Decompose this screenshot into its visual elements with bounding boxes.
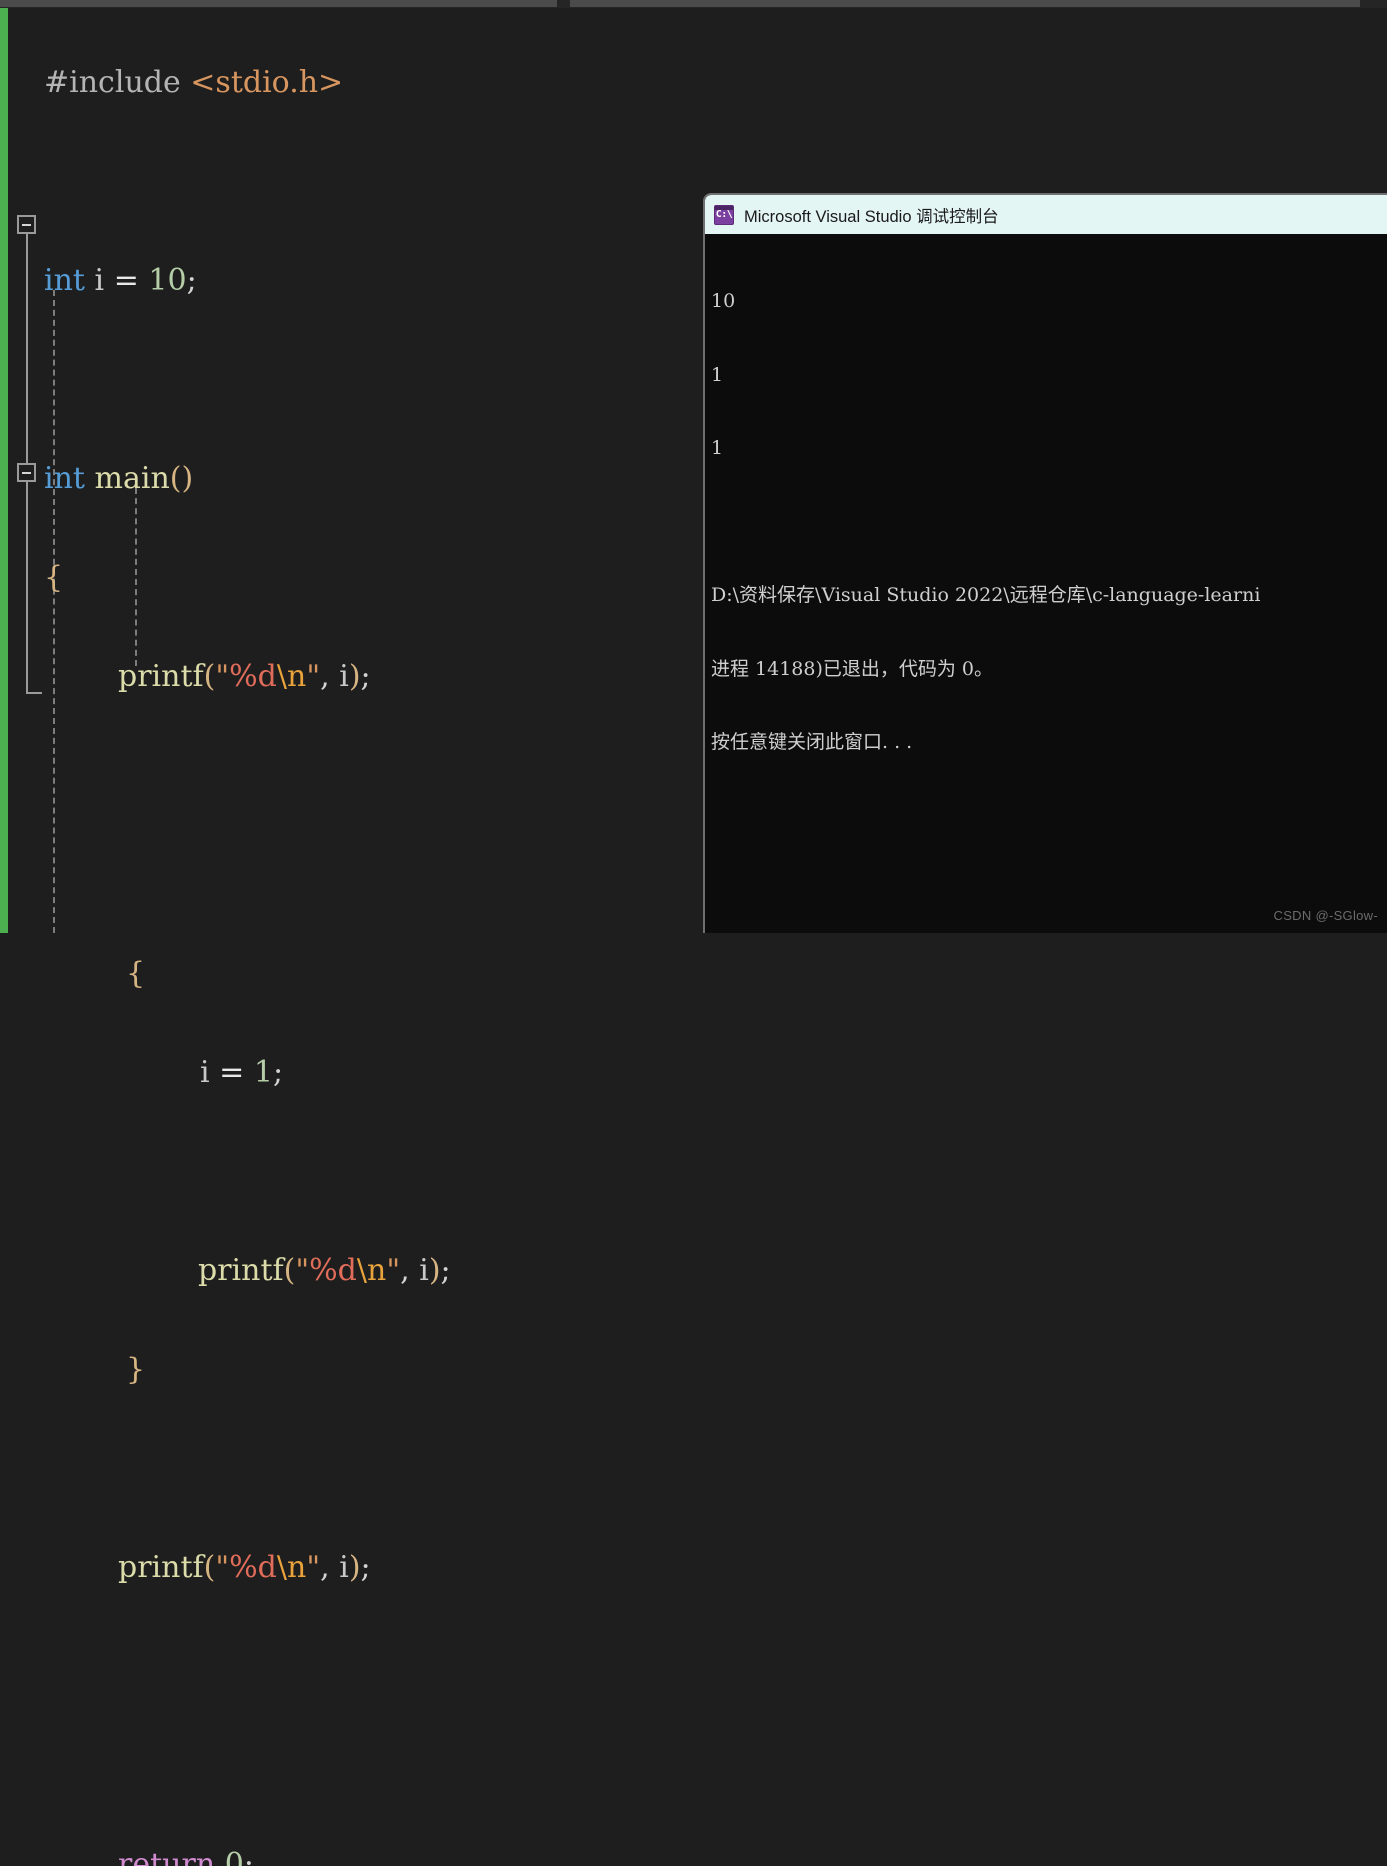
code-line-19: return 0; (0, 1840, 1387, 1866)
debug-console-window[interactable]: C:\ Microsoft Visual Studio 调试控制台 10 1 1… (703, 193, 1387, 933)
console-output-line: 10 (711, 289, 1387, 314)
console-title-text: Microsoft Visual Studio 调试控制台 (744, 203, 999, 227)
console-window-icon: C:\ (714, 205, 734, 225)
code-line-11: i = 1; (0, 1048, 1387, 1098)
console-icon-glyph: C:\ (716, 210, 733, 220)
horizontal-scrollbar-thumb-secondary[interactable] (570, 0, 1360, 7)
code-line-16: printf("%d\n", i); (0, 1543, 1387, 1593)
code-line-13: printf("%d\n", i); (0, 1246, 1387, 1296)
console-output-line: 1 (711, 436, 1387, 461)
horizontal-scrollbar-thumb[interactable] (0, 0, 557, 7)
code-line-17 (0, 1642, 1387, 1692)
console-output-blank-line (711, 510, 1387, 535)
code-line-14: } (0, 1345, 1387, 1395)
horizontal-scrollbar-track[interactable] (0, 0, 1387, 8)
console-output-prompt-line: 按任意键关闭此窗口. . . (711, 730, 1387, 755)
code-line-18 (0, 1741, 1387, 1791)
console-output-line: 1 (711, 363, 1387, 388)
code-line-12 (0, 1147, 1387, 1197)
code-line-15 (0, 1444, 1387, 1494)
code-line-10: { (0, 949, 1387, 999)
console-title-bar[interactable]: C:\ Microsoft Visual Studio 调试控制台 (705, 195, 1387, 234)
code-line-1: #include <stdio.h> (0, 58, 1387, 108)
console-icon-titlebar-strip (715, 206, 733, 210)
watermark-text: CSDN @-SGlow- (1274, 908, 1379, 923)
console-output-exit-line: 进程 14188)已退出，代码为 0。 (711, 657, 1387, 682)
console-output-path-line: D:\资料保存\Visual Studio 2022\远程仓库\c-langua… (711, 583, 1387, 608)
console-output-area[interactable]: 10 1 1 D:\资料保存\Visual Studio 2022\远程仓库\c… (705, 234, 1387, 933)
